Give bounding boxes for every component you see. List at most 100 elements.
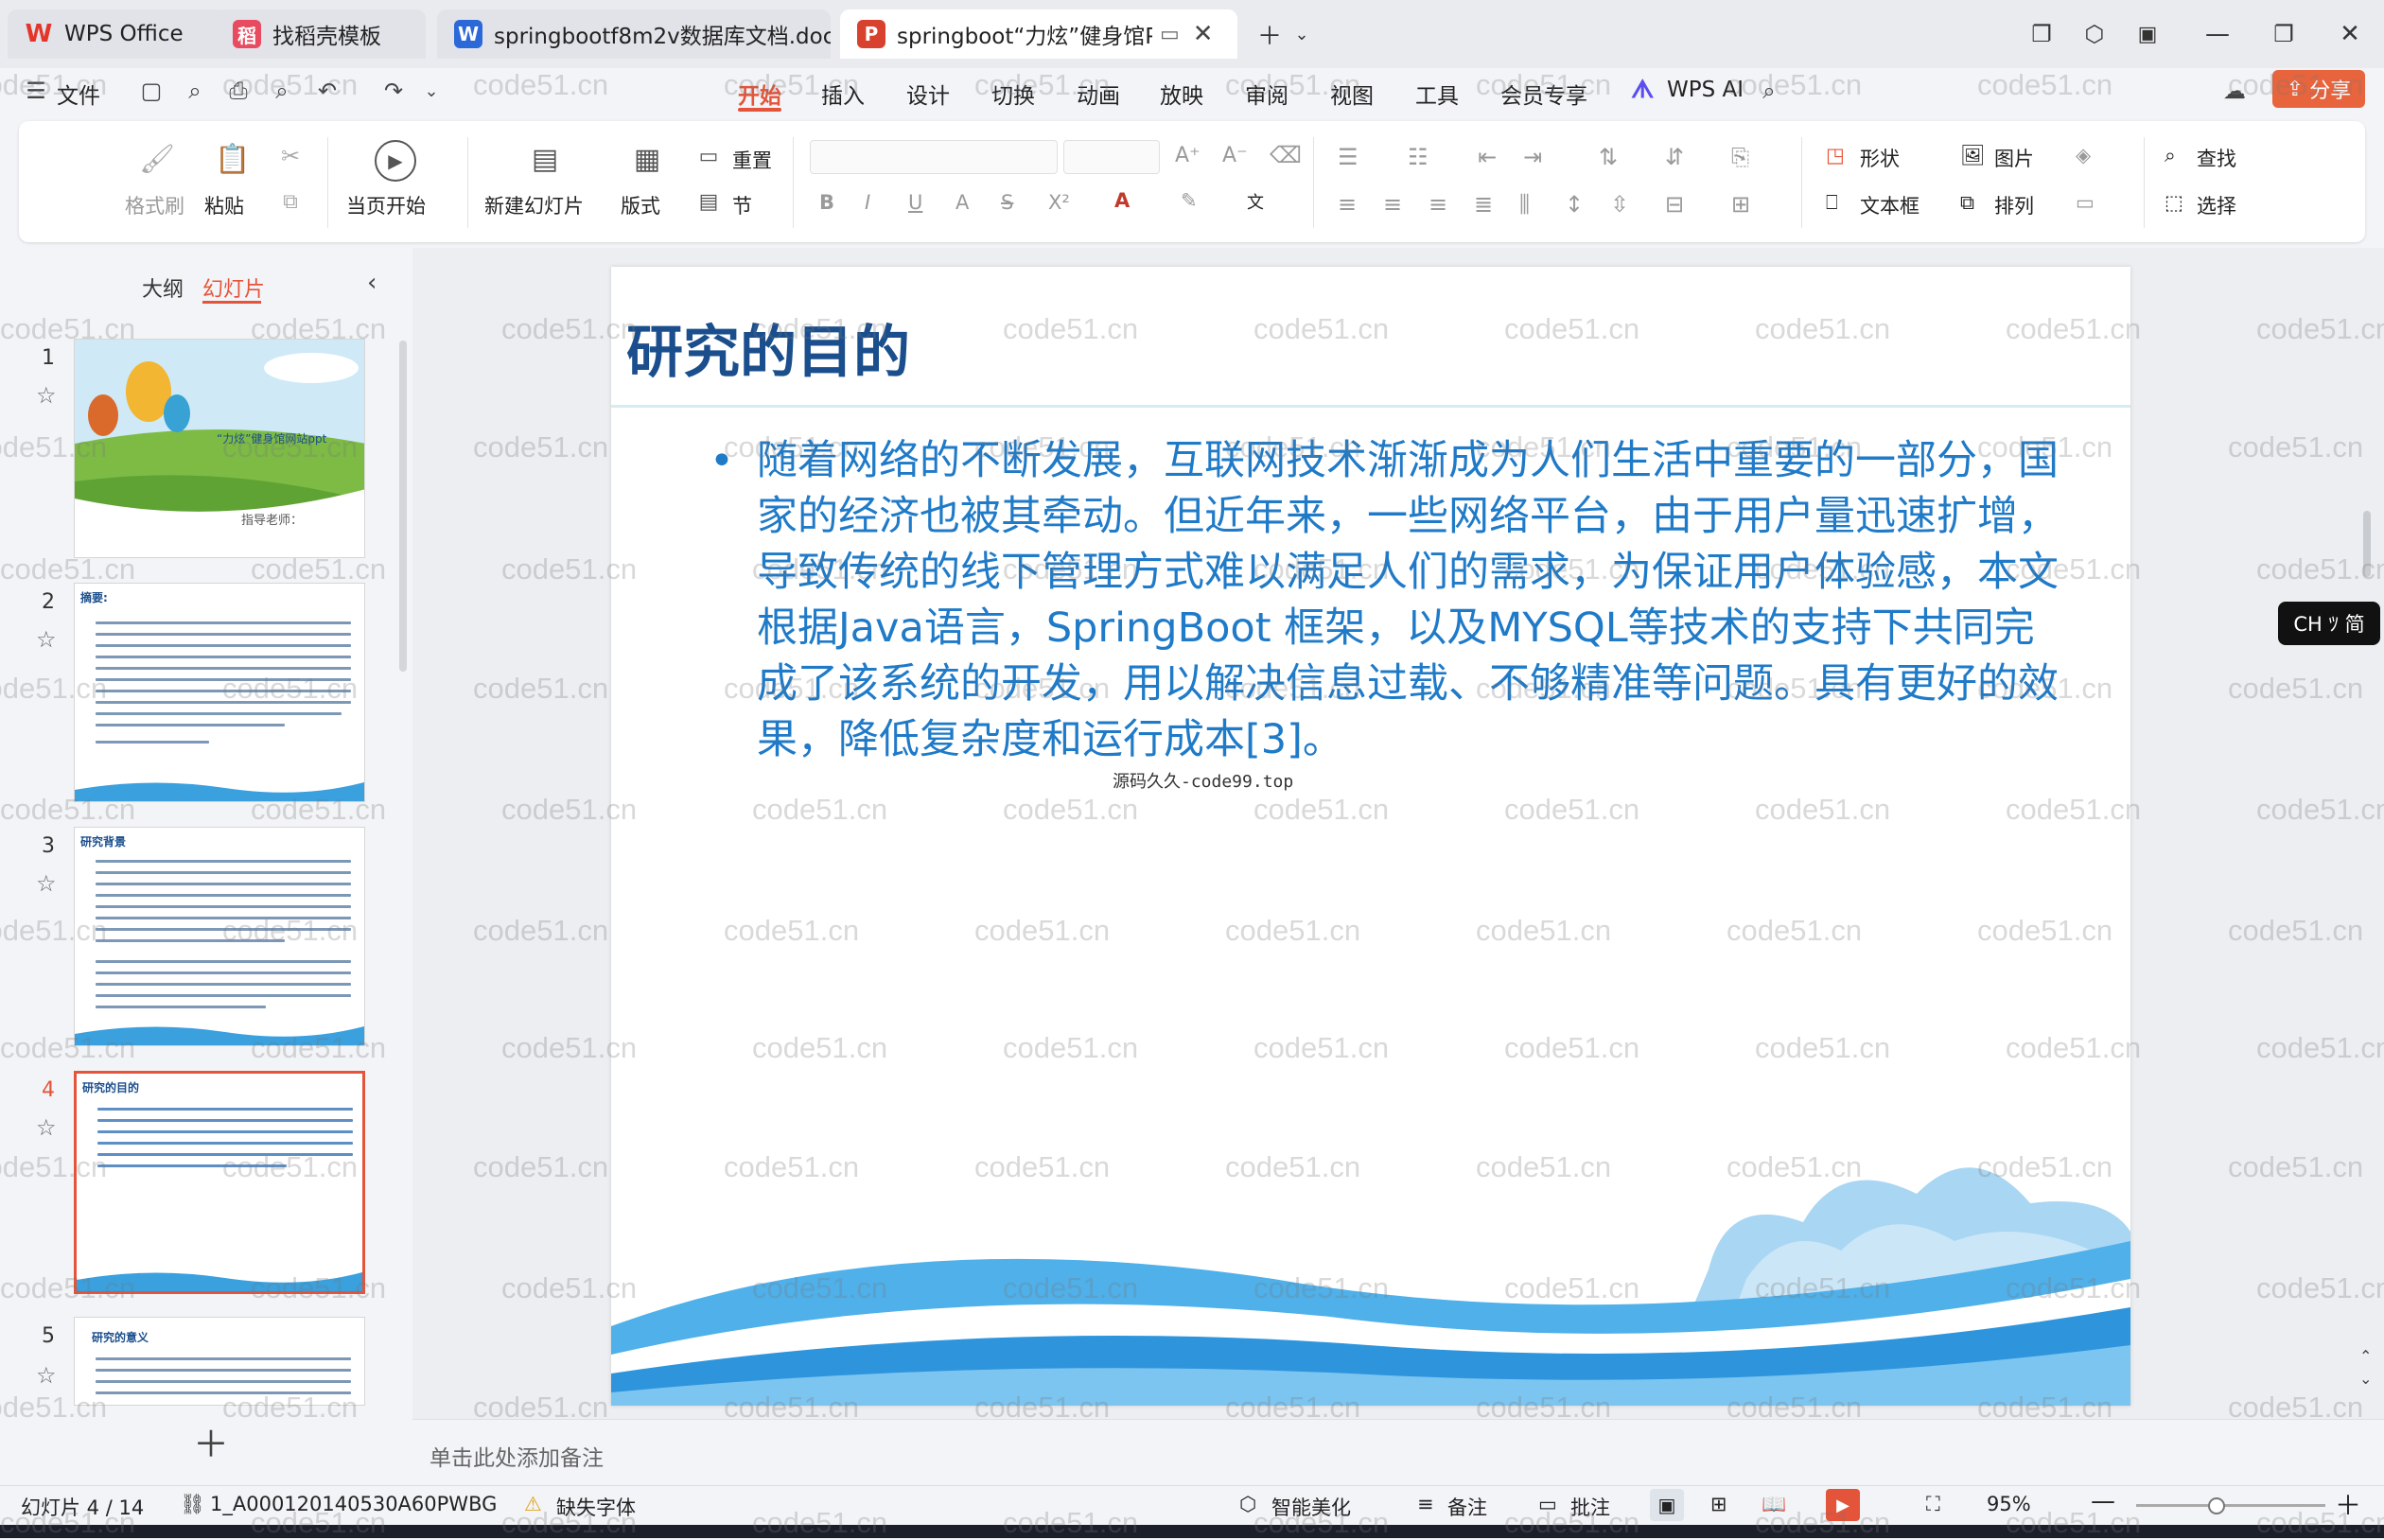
notes-placeholder[interactable]: 单击此处添加备注 (429, 1440, 604, 1472)
slide-thumbnail-4[interactable]: 研究的目的 (74, 1071, 365, 1294)
star-icon[interactable]: ☆ (36, 1362, 57, 1389)
shape-icon[interactable]: ◳ (1826, 144, 1845, 166)
arrange-label[interactable]: 排列 (1994, 191, 2034, 219)
zoom-out-icon[interactable]: — (2091, 1487, 2115, 1515)
find-label[interactable]: 查找 (2197, 144, 2236, 172)
normal-view-icon[interactable]: ▣ (1650, 1489, 1684, 1521)
star-icon[interactable]: ☆ (36, 1114, 57, 1141)
slide-thumbnail-5[interactable]: 研究的意义 (74, 1317, 365, 1406)
align-right-icon[interactable]: ≡ (1429, 191, 1447, 218)
layout-icon[interactable]: ▦ (628, 140, 666, 178)
cloud-upload-icon[interactable]: ☁ (2219, 76, 2250, 106)
zoom-in-icon[interactable]: ＋ (2335, 1485, 2361, 1523)
layout-label[interactable]: 版式 (621, 191, 660, 219)
add-slide-icon[interactable]: ＋ (193, 1415, 229, 1467)
fit-window-icon[interactable]: ⛶ (1926, 1493, 1940, 1516)
decrease-indent-icon[interactable]: ⇤ (1478, 144, 1497, 170)
chevron-down-icon[interactable]: ⌄ (1281, 13, 1323, 55)
tab-ppt-file[interactable]: P springboot“力炫”健身馆P ▭ ✕ (840, 9, 1237, 59)
from-current-label[interactable]: 当页开始 (346, 191, 426, 219)
outline-icon[interactable]: ▭ (2076, 191, 2095, 214)
superscript-icon[interactable]: X² (1048, 191, 1070, 214)
text-shadow-icon[interactable]: A (955, 191, 969, 214)
reset-icon[interactable]: ▭ (694, 142, 723, 170)
tab-doc-file[interactable]: W springbootf8m2v数据库文档.doc (437, 9, 831, 59)
redo-icon[interactable]: ↷ (378, 76, 409, 106)
menu-animation[interactable]: 动画 (1077, 78, 1120, 110)
search-icon[interactable]: ⌕ (1754, 76, 1784, 106)
sort-icon[interactable]: ⇵ (1665, 144, 1684, 170)
phonetic-icon[interactable]: 文 (1247, 189, 1264, 214)
align-text-icon[interactable]: ⊟ (1665, 191, 1684, 218)
restore-icon[interactable]: ❐ (2263, 13, 2305, 55)
smart-beautify[interactable]: 智能美化 (1271, 1493, 1351, 1521)
star-icon[interactable]: ☆ (36, 382, 57, 409)
window-layout-icon[interactable]: ❐ (2021, 13, 2062, 55)
menu-wps-ai[interactable]: WPS AI (1667, 78, 1744, 102)
font-color-icon[interactable]: A (1114, 189, 1130, 212)
zoom-slider-track[interactable] (2136, 1504, 2325, 1507)
slide-thumbnail-2[interactable]: 摘要: (74, 583, 365, 802)
chevron-down-icon[interactable]: ⌄ (416, 76, 447, 106)
scroll-up-icon[interactable]: ⌃ (2359, 1347, 2372, 1365)
panel-scrollbar[interactable] (399, 341, 407, 672)
convert-icon[interactable]: ⎘ (1731, 144, 1749, 170)
find-icon[interactable]: ⌕ (2165, 144, 2176, 167)
close-window-icon[interactable]: ✕ (2329, 13, 2371, 55)
increase-indent-icon[interactable]: ⇥ (1523, 144, 1542, 170)
picture-label[interactable]: 图片 (1994, 144, 2034, 172)
reset-label[interactable]: 重置 (732, 146, 772, 174)
comments-toggle[interactable]: 批注 (1570, 1493, 1610, 1521)
ime-indicator[interactable]: CH ﾂ 简 (2278, 602, 2380, 645)
menu-insert[interactable]: 插入 (821, 78, 865, 110)
picture-icon[interactable]: 🖼 (1960, 144, 1986, 167)
menu-review[interactable]: 审阅 (1245, 78, 1288, 110)
columns-icon[interactable]: ⊞ (1731, 191, 1750, 218)
clear-format-icon[interactable]: ⌫ (1270, 142, 1302, 168)
font-grow-icon[interactable]: A⁺ (1175, 144, 1201, 167)
bold-icon[interactable]: B (819, 191, 834, 214)
line-spacing-icon[interactable]: ↕ (1565, 191, 1584, 218)
section-label[interactable]: 节 (732, 191, 752, 219)
arrange-icon[interactable]: ⧉ (1960, 191, 1974, 215)
hamburger-icon[interactable]: ☰ (21, 76, 51, 106)
star-icon[interactable]: ☆ (36, 870, 57, 897)
shape-label[interactable]: 形状 (1860, 144, 1900, 172)
menu-file[interactable]: 文件 (57, 78, 100, 110)
tab-wps-office[interactable]: W WPS Office (8, 9, 227, 59)
menu-home[interactable]: 开始 (738, 78, 781, 110)
undo-icon[interactable]: ↶ (312, 76, 342, 106)
scroll-down-icon[interactable]: ⌄ (2359, 1370, 2372, 1388)
align-left-icon[interactable]: ≡ (1338, 191, 1357, 218)
font-shrink-icon[interactable]: A⁻ (1222, 144, 1248, 167)
paste-icon[interactable]: 📋 (214, 140, 252, 178)
screen-icon[interactable]: ▭ (1160, 23, 1180, 46)
notes-toggle[interactable]: 备注 (1447, 1493, 1487, 1521)
pin-icon[interactable]: ⌕ (180, 76, 210, 106)
highlight-icon[interactable]: ✎ (1181, 189, 1198, 212)
play-icon[interactable]: ▶ (375, 140, 416, 182)
textbox-icon[interactable]: ⎕ (1826, 191, 1838, 215)
grid-view-icon[interactable]: ⊞ (1710, 1493, 1727, 1515)
select-icon[interactable]: ⬚ (2165, 191, 2183, 214)
slide-thumbnail-1[interactable]: “力炫”健身馆网站ppt 指导老师： (74, 339, 365, 558)
menu-transition[interactable]: 切换 (991, 78, 1035, 110)
new-slide-icon[interactable]: ▤ (524, 140, 566, 178)
slide-thumbnail-3[interactable]: 研究背景 (74, 827, 365, 1046)
italic-icon[interactable]: I (865, 191, 870, 214)
close-tab-icon[interactable]: ✕ (1193, 20, 1214, 48)
save-icon[interactable]: ▢ (136, 76, 167, 106)
fill-icon[interactable]: ◈ (2076, 144, 2091, 166)
template-name[interactable]: 1_A000120140530A60PWBG (210, 1493, 497, 1515)
numbering-icon[interactable]: ☷ (1408, 144, 1429, 170)
bullets-icon[interactable]: ☰ (1338, 144, 1359, 170)
reading-view-icon[interactable]: 📖 (1762, 1493, 1786, 1516)
print-icon[interactable]: ⎙ (223, 76, 254, 106)
copy-icon[interactable]: ⧉ (276, 187, 305, 216)
font-family-select[interactable] (810, 140, 1058, 174)
textbox-label[interactable]: 文本框 (1860, 191, 1919, 219)
font-size-select[interactable] (1063, 140, 1160, 174)
star-icon[interactable]: ☆ (36, 626, 57, 653)
menu-view[interactable]: 视图 (1330, 78, 1374, 110)
play-slideshow-icon[interactable]: ▶ (1826, 1489, 1860, 1521)
